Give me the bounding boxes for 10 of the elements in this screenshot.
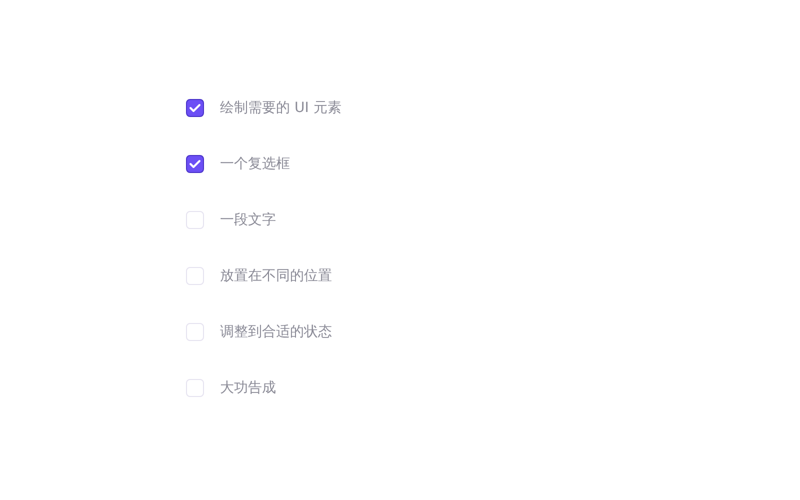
checkbox-label: 一段文字 [220, 211, 276, 229]
checkbox[interactable] [186, 99, 204, 117]
checkbox-label: 放置在不同的位置 [220, 267, 332, 285]
checkbox-label: 大功告成 [220, 379, 276, 397]
checkbox-label: 绘制需要的 UI 元素 [220, 99, 342, 117]
checkbox-label: 调整到合适的状态 [220, 323, 332, 341]
checkbox[interactable] [186, 155, 204, 173]
checkmark-icon [189, 103, 201, 113]
checkmark-icon [189, 159, 201, 169]
checkbox-label: 一个复选框 [220, 155, 290, 173]
